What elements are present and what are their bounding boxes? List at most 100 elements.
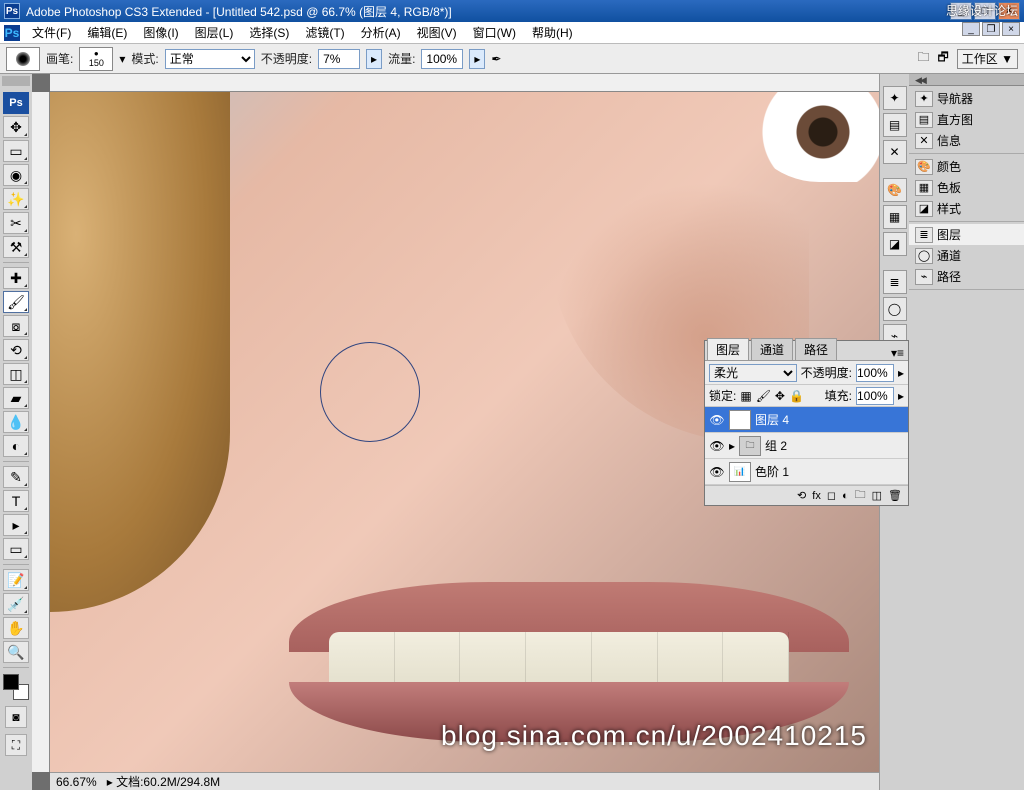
swatches-icon[interactable]: ▦ — [883, 205, 907, 229]
gradient-tool[interactable]: ▰ — [3, 387, 29, 409]
dock-header[interactable]: ◀◀ — [909, 74, 1024, 86]
blur-tool[interactable]: 💧 — [3, 411, 29, 433]
menu-filter[interactable]: 滤镜(T) — [297, 24, 352, 41]
tab-channels[interactable]: 通道 — [751, 338, 793, 360]
doc-restore-button[interactable]: ❐ — [982, 22, 1000, 36]
airbrush-icon[interactable]: ✒ — [491, 52, 501, 66]
opacity-arrow[interactable]: ▸ — [366, 49, 382, 69]
workspace-select[interactable]: 工作区 ▼ — [957, 49, 1018, 69]
brush-dropdown-arrow[interactable]: ▾ — [119, 52, 125, 66]
layer-opacity-input[interactable] — [856, 364, 894, 382]
crop-tool[interactable]: ✂ — [3, 212, 29, 234]
layer-row[interactable]: 👁 📊 色阶 1 — [705, 459, 908, 485]
link-layers-icon[interactable]: ⟲ — [797, 489, 806, 502]
menu-analysis[interactable]: 分析(A) — [353, 24, 409, 41]
eyedropper-tool[interactable]: 💉 — [3, 593, 29, 615]
flow-input[interactable] — [421, 49, 463, 69]
histogram-icon[interactable]: ▤ — [883, 113, 907, 137]
expand-arrow[interactable]: ▸ — [729, 439, 735, 453]
magic-wand-tool[interactable]: ✨ — [3, 188, 29, 210]
zoom-level[interactable]: 66.67% — [56, 775, 97, 789]
hand-tool[interactable]: ✋ — [3, 617, 29, 639]
layer-style-icon[interactable]: fx — [812, 490, 821, 502]
lock-position-icon[interactable]: ✥ — [775, 389, 785, 403]
flow-arrow[interactable]: ▸ — [469, 49, 485, 69]
menu-layer[interactable]: 图层(L) — [187, 24, 242, 41]
doc-close-button[interactable]: × — [1002, 22, 1020, 36]
ruler-vertical[interactable] — [32, 92, 50, 772]
menu-edit[interactable]: 编辑(E) — [79, 24, 135, 41]
menu-window[interactable]: 窗口(W) — [465, 24, 524, 41]
lock-paint-icon[interactable]: 🖌 — [756, 389, 771, 403]
bridge-icon[interactable]: 🗗 — [938, 48, 949, 69]
new-layer-icon[interactable]: ◫ — [872, 489, 882, 502]
layers-icon[interactable]: ≣ — [883, 270, 907, 294]
blend-mode-select[interactable]: 柔光 — [709, 364, 797, 382]
zoom-tool[interactable]: 🔍 — [3, 641, 29, 663]
navigator-icon[interactable]: ✦ — [883, 86, 907, 110]
new-group-icon[interactable]: 🗀 — [855, 486, 866, 505]
lock-all-icon[interactable]: 🔒 — [789, 389, 804, 403]
eraser-tool[interactable]: ◫ — [3, 363, 29, 385]
panel-swatches[interactable]: ▦色板 — [909, 177, 1024, 198]
panel-paths[interactable]: ⌁路径 — [909, 266, 1024, 287]
file-browser-icon[interactable]: 🗀 — [917, 48, 929, 69]
type-tool[interactable]: T — [3, 490, 29, 512]
menu-image[interactable]: 图像(I) — [135, 24, 186, 41]
channels-icon[interactable]: ◯ — [883, 297, 907, 321]
doc-info[interactable]: ▸ 文档:60.2M/294.8M — [107, 773, 220, 790]
ps-menu-icon[interactable]: Ps — [4, 25, 20, 41]
ruler-horizontal[interactable] — [50, 74, 879, 92]
tab-paths[interactable]: 路径 — [795, 338, 837, 360]
panel-channels[interactable]: ◯通道 — [909, 245, 1024, 266]
stamp-tool[interactable]: ⧇ — [3, 315, 29, 337]
layer-row[interactable]: 👁 ▸ 🗀 组 2 — [705, 433, 908, 459]
adjustment-layer-icon[interactable]: ◐ — [842, 490, 849, 502]
layer-row[interactable]: 👁 图层 4 — [705, 407, 908, 433]
tool-preset-picker[interactable] — [6, 47, 40, 71]
layer-mask-icon[interactable]: ◻ — [827, 489, 836, 502]
panel-menu-icon[interactable]: ▾≡ — [887, 346, 908, 360]
lasso-tool[interactable]: ◉ — [3, 164, 29, 186]
opacity-input[interactable] — [318, 49, 360, 69]
healing-brush-tool[interactable]: ✚ — [3, 267, 29, 289]
doc-minimize-button[interactable]: _ — [962, 22, 980, 36]
screen-mode-toggle[interactable]: ⛶ — [5, 734, 27, 756]
visibility-icon[interactable]: 👁 — [709, 413, 725, 427]
slice-tool[interactable]: ⚒ — [3, 236, 29, 258]
layer-thumbnail[interactable] — [729, 410, 751, 430]
color-swatches[interactable] — [3, 674, 29, 700]
notes-tool[interactable]: 📝 — [3, 569, 29, 591]
menu-help[interactable]: 帮助(H) — [524, 24, 581, 41]
dodge-tool[interactable]: ◐ — [3, 435, 29, 457]
shape-tool[interactable]: ▭ — [3, 538, 29, 560]
menu-select[interactable]: 选择(S) — [241, 24, 297, 41]
panel-styles[interactable]: ◪样式 — [909, 198, 1024, 219]
panel-navigator[interactable]: ✦导航器 — [909, 88, 1024, 109]
menu-view[interactable]: 视图(V) — [409, 24, 465, 41]
visibility-icon[interactable]: 👁 — [709, 465, 725, 479]
panel-histogram[interactable]: ▤直方图 — [909, 109, 1024, 130]
move-tool[interactable]: ✥ — [3, 116, 29, 138]
panel-color[interactable]: 🎨颜色 — [909, 156, 1024, 177]
styles-icon[interactable]: ◪ — [883, 232, 907, 256]
marquee-tool[interactable]: ▭ — [3, 140, 29, 162]
brush-tool[interactable]: 🖌 — [3, 291, 29, 313]
color-icon[interactable]: 🎨 — [883, 178, 907, 202]
menu-file[interactable]: 文件(F) — [24, 24, 79, 41]
delete-layer-icon[interactable]: 🗑 — [888, 489, 902, 502]
brush-picker[interactable]: ●150 — [79, 47, 113, 71]
panel-info[interactable]: ✕信息 — [909, 130, 1024, 151]
blend-mode-select[interactable]: 正常 — [165, 49, 255, 69]
pen-tool[interactable]: ✎ — [3, 466, 29, 488]
opacity-arrow[interactable]: ▸ — [898, 366, 904, 380]
quick-mask-toggle[interactable]: ◙ — [5, 706, 27, 728]
tab-layers[interactable]: 图层 — [707, 338, 749, 360]
history-brush-tool[interactable]: ⟲ — [3, 339, 29, 361]
visibility-icon[interactable]: 👁 — [709, 439, 725, 453]
fill-arrow[interactable]: ▸ — [898, 389, 904, 403]
fill-input[interactable] — [856, 387, 894, 405]
lock-transparent-icon[interactable]: ▦ — [740, 389, 751, 403]
info-icon[interactable]: ✕ — [883, 140, 907, 164]
panel-layers[interactable]: ≣图层 — [909, 224, 1024, 245]
